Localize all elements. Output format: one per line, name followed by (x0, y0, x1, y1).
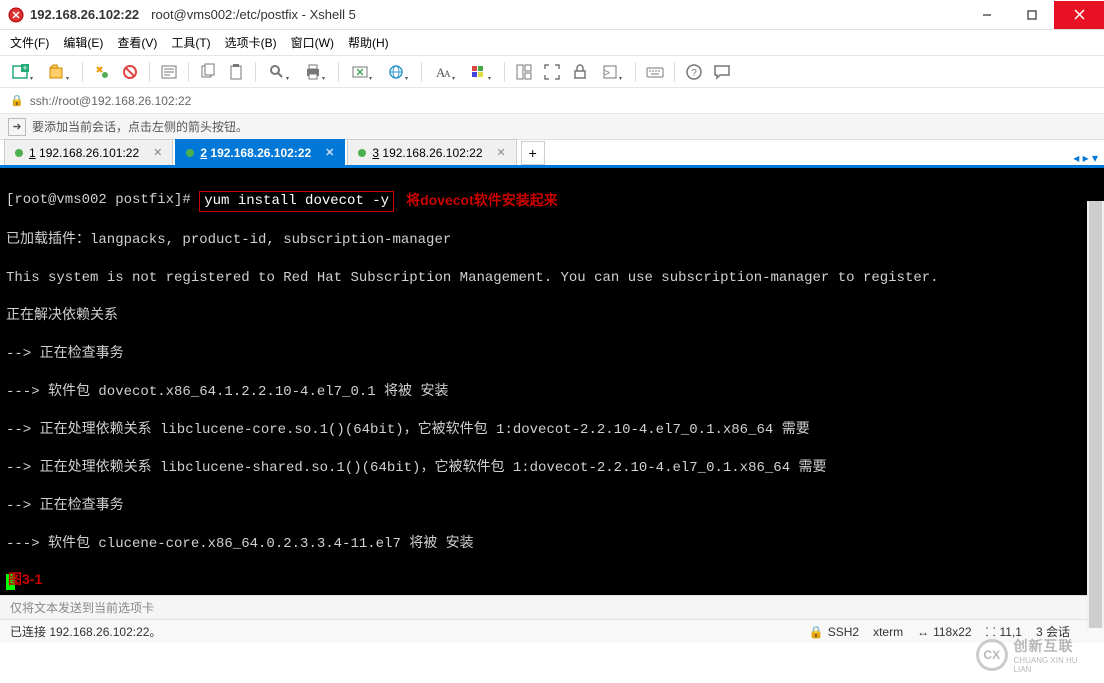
maximize-button[interactable] (1009, 1, 1054, 29)
minimize-button[interactable] (964, 1, 1009, 29)
print-button[interactable] (298, 59, 332, 85)
transfer-button[interactable] (345, 59, 379, 85)
figure-label: 图3-1 (8, 570, 42, 589)
hint-bar: ➜ 要添加当前会话，点击左侧的箭头按钮。 (0, 114, 1104, 140)
paste-button[interactable] (223, 59, 249, 85)
status-term: xterm (873, 625, 903, 639)
chat-button[interactable] (709, 59, 735, 85)
terminal-scrollbar[interactable] (1087, 201, 1104, 628)
app-icon (8, 7, 24, 23)
properties-button[interactable] (156, 59, 182, 85)
session-tab-2[interactable]: 2 192.168.26.102:22 ✕ (175, 139, 345, 165)
svg-text:?: ? (691, 68, 697, 79)
menu-help[interactable]: 帮助(H) (348, 34, 389, 51)
watermark-text: 创新互联 (1014, 638, 1074, 654)
watermark-subtext: CHUANG XIN HU LIAN (1014, 656, 1096, 674)
session-tab-3[interactable]: 3 192.168.26.102:22 ✕ (347, 139, 516, 165)
status-dot-icon (15, 149, 23, 157)
status-bar: 已连接 192.168.26.102:22。 🔒 SSH2 xterm ↔ 11… (0, 619, 1104, 643)
title-path: root@vms002:/etc/postfix - Xshell 5 (151, 7, 356, 22)
status-protocol: 🔒 SSH2 (809, 625, 859, 639)
status-connection: 已连接 192.168.26.102:22。 (10, 623, 161, 640)
toolbar: + AA >_ ? (0, 56, 1104, 88)
open-button[interactable] (42, 59, 76, 85)
window-controls (964, 1, 1104, 29)
font-button[interactable]: AA (428, 59, 462, 85)
lock-button[interactable] (567, 59, 593, 85)
help-button[interactable]: ? (681, 59, 707, 85)
svg-text:A: A (444, 69, 451, 79)
title-bar: 192.168.26.102:22 root@vms002:/etc/postf… (0, 0, 1104, 30)
add-tab-button[interactable]: + (521, 141, 545, 165)
shell-prompt: [root@vms002 postfix]# (6, 191, 199, 212)
terminal-output[interactable]: [root@vms002 postfix]# yum install dovec… (0, 168, 1104, 595)
title-host: 192.168.26.102:22 (30, 7, 139, 22)
watermark: CX 创新互联 CHUANG XIN HU LIAN (976, 635, 1096, 675)
menu-edit[interactable]: 编辑(E) (63, 34, 103, 51)
svg-text:>_: >_ (604, 68, 616, 79)
layout-button[interactable] (511, 59, 537, 85)
close-tab-icon[interactable]: ✕ (497, 146, 506, 159)
status-dot-icon (186, 149, 194, 157)
keyboard-button[interactable] (642, 59, 668, 85)
svg-text:+: + (22, 63, 27, 73)
close-tab-icon[interactable]: ✕ (325, 146, 334, 159)
address-url[interactable]: ssh://root@192.168.26.102:22 (30, 94, 192, 108)
menu-tools[interactable]: 工具(T) (171, 34, 210, 51)
terminal-line: ---> 软件包 dovecot.x86_64.1.2.2.10-4.el7_0… (6, 383, 1098, 402)
watermark-logo-icon: CX (976, 639, 1008, 671)
color-button[interactable] (464, 59, 498, 85)
input-placeholder: 仅将文本发送到当前选项卡 (10, 599, 154, 616)
status-size: ↔ 118x22 (917, 625, 971, 639)
highlighted-command: yum install dovecot -y (199, 191, 394, 212)
reconnect-button[interactable] (89, 59, 115, 85)
terminal-line: This system is not registered to Red Hat… (6, 269, 1098, 288)
tab-strip: 1 192.168.26.101:22 ✕ 2 192.168.26.102:2… (0, 140, 1104, 168)
tab-nav-arrows[interactable]: ◂ ▸ ▾ (1073, 151, 1104, 165)
script-button[interactable]: >_ (595, 59, 629, 85)
terminal-line: --> 正在处理依赖关系 libclucene-core.so.1()(64bi… (6, 421, 1098, 440)
terminal-line: --> 正在检查事务 (6, 497, 1098, 516)
close-tab-icon[interactable]: ✕ (153, 146, 162, 159)
menu-window[interactable]: 窗口(W) (291, 34, 334, 51)
status-dot-icon (358, 149, 366, 157)
terminal-line: 正在解决依赖关系 (6, 307, 1098, 326)
fullscreen-button[interactable] (539, 59, 565, 85)
menu-bar: 文件(F) 编辑(E) 查看(V) 工具(T) 选项卡(B) 窗口(W) 帮助(… (0, 30, 1104, 56)
command-annotation: 将dovecot软件安装起来 (406, 191, 558, 212)
hint-text: 要添加当前会话，点击左侧的箭头按钮。 (32, 118, 248, 135)
terminal-line: --> 正在处理依赖关系 libclucene-shared.so.1()(64… (6, 459, 1098, 478)
lock-icon: 🔒 (10, 94, 24, 107)
add-session-arrow-button[interactable]: ➜ (8, 118, 26, 136)
terminal-line: 已加载插件：langpacks, product-id, subscriptio… (6, 231, 1098, 250)
close-button[interactable] (1054, 1, 1104, 29)
multi-input-bar[interactable]: 仅将文本发送到当前选项卡 (0, 595, 1104, 619)
menu-file[interactable]: 文件(F) (10, 34, 49, 51)
new-session-button[interactable]: + (6, 59, 40, 85)
session-tab-1[interactable]: 1 192.168.26.101:22 ✕ (4, 139, 173, 165)
copy-button[interactable] (195, 59, 221, 85)
terminal-line: --> 正在检查事务 (6, 345, 1098, 364)
terminal-line: ---> 软件包 clucene-core.x86_64.0.2.3.3.4-1… (6, 535, 1098, 554)
find-button[interactable] (262, 59, 296, 85)
menu-tabs[interactable]: 选项卡(B) (225, 34, 277, 51)
menu-view[interactable]: 查看(V) (117, 34, 157, 51)
disconnect-button[interactable] (117, 59, 143, 85)
web-button[interactable] (381, 59, 415, 85)
address-bar: 🔒 ssh://root@192.168.26.102:22 (0, 88, 1104, 114)
